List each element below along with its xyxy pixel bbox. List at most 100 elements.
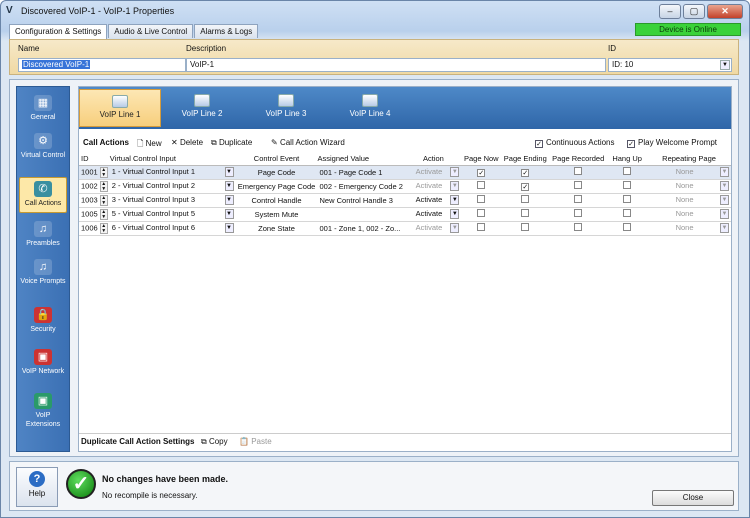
row-input-cell[interactable]: 6 - Virtual Control Input 6 ▼ — [109, 221, 236, 236]
delete-button[interactable]: ✕ Delete — [171, 138, 203, 147]
copy-button[interactable]: ⧉ Copy — [201, 437, 228, 447]
row-action-cell[interactable]: Activate ▼ — [405, 179, 462, 194]
checkbox-icon[interactable]: ✓ — [521, 168, 530, 177]
id-select[interactable]: ID: 10 ▼ — [608, 58, 732, 72]
chevron-down-icon[interactable]: ▼ — [720, 167, 729, 177]
chevron-down-icon[interactable]: ▼ — [450, 209, 460, 219]
chevron-down-icon[interactable]: ▼ — [450, 181, 460, 191]
tab-audio[interactable]: Audio & Live Control — [108, 24, 194, 38]
chevron-down-icon[interactable]: ▼ — [720, 60, 730, 70]
row-value-cell[interactable]: New Control Handle 3 — [317, 193, 406, 208]
row-id-cell[interactable]: 1002 ▲ ▼ — [79, 179, 110, 194]
row-page-recorded-cell[interactable] — [549, 207, 608, 222]
col-repeating-page[interactable]: Repeating Page — [647, 153, 731, 166]
row-action-cell[interactable]: Activate ▼ — [405, 221, 462, 236]
table-row[interactable]: 1003 ▲ ▼ 3 - Virtual Control Input 3 ▼ Contr… — [79, 193, 731, 208]
chevron-down-icon[interactable]: ▼ — [450, 167, 460, 177]
row-page-recorded-cell[interactable] — [549, 221, 608, 236]
row-repeat-cell[interactable]: None ▼ — [647, 221, 731, 236]
row-page-ending-cell[interactable] — [501, 207, 550, 222]
row-value-cell[interactable]: 001 - Zone 1, 002 - Zo... — [317, 221, 406, 236]
chevron-down-icon[interactable]: ▼ — [720, 195, 729, 205]
sidebar-item-security[interactable]: 🔒 Security — [19, 307, 67, 337]
chevron-down-icon[interactable]: ▼ — [224, 167, 234, 177]
sidebar-item-preambles[interactable]: ♫ Preambles — [19, 221, 67, 251]
col-action[interactable]: Action — [405, 153, 462, 166]
description-input[interactable]: VoIP-1 — [186, 58, 606, 72]
col-value[interactable]: Assigned Value — [317, 153, 406, 166]
row-page-recorded-cell[interactable] — [549, 193, 608, 208]
help-button[interactable]: ? Help — [16, 467, 58, 507]
wizard-button[interactable]: ✎ Call Action Wizard — [271, 138, 345, 147]
checkbox-icon[interactable] — [574, 181, 583, 189]
sidebar-item-call-actions[interactable]: ✆ Call Actions — [19, 177, 67, 213]
row-value-cell[interactable]: 001 - Page Code 1 — [317, 165, 406, 180]
row-hang-up-cell[interactable] — [607, 207, 648, 222]
chevron-down-icon[interactable]: ▼ — [450, 195, 460, 205]
col-page-now[interactable]: Page Now — [461, 153, 502, 166]
row-event-cell[interactable]: Page Code — [235, 165, 318, 180]
checkbox-icon[interactable] — [477, 181, 486, 189]
chevron-down-icon[interactable]: ▼ — [224, 181, 234, 191]
col-hang-up[interactable]: Hang Up — [607, 153, 648, 166]
col-event[interactable]: Control Event — [235, 153, 318, 166]
checkbox-icon[interactable]: ✓ — [521, 182, 530, 191]
row-page-ending-cell[interactable] — [501, 193, 550, 208]
sidebar-item-virtual-control[interactable]: ⚙ Virtual Control — [19, 133, 67, 173]
voip-line-1-button[interactable]: VoIP Line 1 — [79, 89, 161, 127]
row-value-cell[interactable]: 002 - Emergency Code 2 — [317, 179, 406, 194]
checkbox-icon[interactable] — [623, 223, 632, 231]
paste-button[interactable]: 📋 Paste — [239, 437, 272, 446]
col-id[interactable]: ID — [79, 153, 110, 166]
row-id-cell[interactable]: 1003 ▲ ▼ — [79, 193, 110, 208]
spinner-icon[interactable]: ▲ ▼ — [99, 208, 108, 220]
row-page-ending-cell[interactable]: ✓ — [501, 179, 550, 194]
row-event-cell[interactable]: Control Handle — [235, 193, 318, 208]
row-page-recorded-cell[interactable] — [549, 165, 608, 180]
row-hang-up-cell[interactable] — [607, 165, 648, 180]
chevron-down-icon[interactable]: ▼ — [224, 209, 234, 219]
col-page-ending[interactable]: Page Ending — [501, 153, 550, 166]
voip-line-3-button[interactable]: VoIP Line 3 — [245, 89, 327, 127]
row-event-cell[interactable]: System Mute — [235, 207, 318, 222]
spinner-icon[interactable]: ▲ ▼ — [99, 180, 108, 192]
row-hang-up-cell[interactable] — [607, 221, 648, 236]
tab-alarms[interactable]: Alarms & Logs — [194, 24, 259, 38]
checkbox-icon[interactable] — [477, 195, 486, 203]
row-page-now-cell[interactable] — [461, 207, 502, 222]
checkbox-icon[interactable] — [623, 181, 632, 189]
row-value-cell[interactable] — [317, 207, 406, 222]
checkbox-icon[interactable] — [623, 167, 632, 175]
checkbox-icon[interactable] — [477, 223, 486, 231]
checkbox-icon[interactable] — [477, 209, 486, 217]
spinner-icon[interactable]: ▲ ▼ — [99, 166, 108, 178]
checkbox-icon[interactable] — [623, 195, 632, 203]
row-action-cell[interactable]: Activate ▼ — [405, 207, 462, 222]
play-welcome-checkbox[interactable]: ✓ Play Welcome Prompt — [627, 138, 717, 148]
chevron-down-icon[interactable]: ▼ — [720, 181, 729, 191]
row-repeat-cell[interactable]: None ▼ — [647, 193, 731, 208]
row-event-cell[interactable]: Emergency Page Code — [235, 179, 318, 194]
table-row[interactable]: 1006 ▲ ▼ 6 - Virtual Control Input 6 ▼ Zone … — [79, 221, 731, 236]
voip-line-4-button[interactable]: VoIP Line 4 — [329, 89, 411, 127]
row-page-ending-cell[interactable]: ✓ — [501, 165, 550, 180]
chevron-down-icon[interactable]: ▼ — [720, 209, 729, 219]
duplicate-button[interactable]: ⧉ Duplicate — [211, 138, 252, 148]
row-id-cell[interactable]: 1006 ▲ ▼ — [79, 221, 110, 236]
checkbox-icon[interactable] — [574, 209, 583, 217]
row-action-cell[interactable]: Activate ▼ — [405, 165, 462, 180]
row-hang-up-cell[interactable] — [607, 179, 648, 194]
spinner-icon[interactable]: ▲ ▼ — [99, 222, 108, 234]
row-hang-up-cell[interactable] — [607, 193, 648, 208]
checkbox-icon[interactable] — [574, 223, 583, 231]
row-page-now-cell[interactable] — [461, 179, 502, 194]
row-input-cell[interactable]: 3 - Virtual Control Input 3 ▼ — [109, 193, 236, 208]
col-input[interactable]: Virtual Control Input — [109, 153, 236, 166]
row-id-cell[interactable]: 1005 ▲ ▼ — [79, 207, 110, 222]
close-window-button[interactable]: ✕ — [707, 4, 743, 19]
row-page-now-cell[interactable] — [461, 221, 502, 236]
row-page-ending-cell[interactable] — [501, 221, 550, 236]
table-row[interactable]: 1001 ▲ ▼ 1 - Virtual Control Input 1 ▼ Page … — [79, 165, 731, 180]
chevron-down-icon[interactable]: ▼ — [224, 223, 234, 233]
row-page-recorded-cell[interactable] — [549, 179, 608, 194]
